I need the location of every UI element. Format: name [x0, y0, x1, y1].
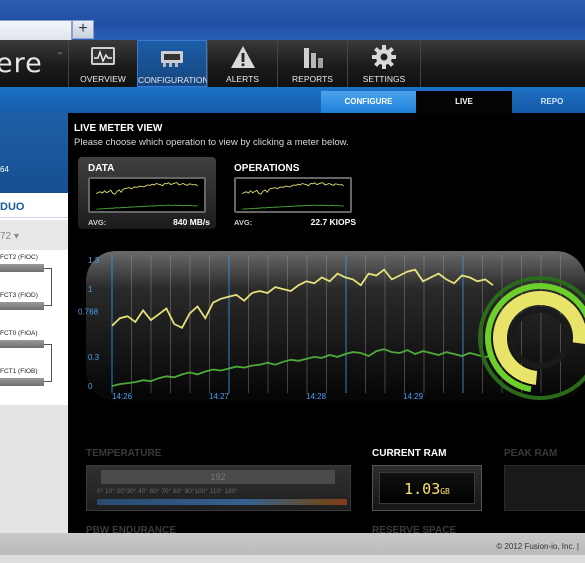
footer-strip — [0, 555, 585, 563]
copyright: © 2012 Fusion-io, Inc. | — [496, 542, 579, 551]
configuration-icon — [161, 51, 183, 67]
y-tick-label: 0.3 — [88, 353, 100, 362]
app-logo: ere ™ — [0, 48, 64, 79]
nav-configuration-label: CONFIGURATION — [138, 75, 209, 85]
peak-ram-heading: PEAK RAM — [504, 448, 558, 459]
current-ram-display: 1.03GB — [379, 472, 475, 504]
nav-reports[interactable]: REPORTS — [277, 40, 347, 87]
meter-operations-avg-value: 22.7 KIOPS — [310, 217, 356, 227]
device-label-fiob: FCT1 (FIOB) — [0, 368, 38, 375]
y-tick-label: 1 — [88, 285, 93, 294]
x-tick-label: 14:27 — [209, 392, 230, 401]
nav-alerts-label: ALERTS — [226, 74, 259, 84]
left-panel: 64 DUO 72 ▾ FCT2 (FIOC) FCT3 (FIOD) FCT0… — [0, 113, 68, 533]
reports-icon — [303, 48, 323, 68]
live-meter-panel: LIVE METER VIEW Please choose which oper… — [68, 113, 585, 536]
nav-configuration[interactable]: CONFIGURATION — [137, 40, 209, 87]
device-connector — [44, 268, 52, 306]
browser-tab-strip: + — [0, 0, 585, 40]
y-tick-label: 0 — [88, 382, 93, 391]
live-graph: 1.3 1 0.768 0.3 0 14:26 14:27 14:28 14:29 — [78, 251, 585, 401]
meter-data[interactable]: DATA AVG: 840 MB/s — [78, 157, 216, 229]
device-connector — [44, 344, 52, 382]
temperature-scale: 0° 10° 20°30° 40° 60° 70° 80° 90°100° 11… — [97, 488, 238, 495]
meter-operations[interactable]: OPERATIONS AVG: 22.7 KIOPS — [224, 157, 362, 229]
temperature-meter: 192 0° 10° 20°30° 40° 60° 70° 80° 90°100… — [86, 465, 351, 511]
peak-ram-meter — [504, 465, 585, 511]
nav-reports-label: REPORTS — [292, 74, 333, 84]
x-tick-label: 14:29 — [403, 392, 424, 401]
meter-data-avg-value: 840 MB/s — [173, 217, 210, 227]
alert-icon — [230, 46, 255, 68]
new-tab-button[interactable]: + — [72, 20, 94, 39]
meter-data-label: DATA — [88, 163, 115, 174]
current-ram-heading: CURRENT RAM — [372, 448, 447, 459]
temperature-gradient — [97, 499, 347, 505]
temperature-heading: TEMPERATURE — [86, 448, 162, 459]
device-list: FCT2 (FIOC) FCT3 (FIOD) FCT0 (FIOA) FCT1… — [0, 250, 68, 405]
meter-data-avg-label: AVG: — [88, 218, 107, 227]
tab-live[interactable]: LIVE — [416, 91, 512, 113]
sub-nav: CONFIGURE LIVE REPO — [0, 87, 585, 113]
current-ram-meter: 1.03GB — [372, 465, 482, 511]
app-window: + ere ™ OVERVIEW CONFIGURATION ALERTS RE… — [0, 0, 585, 563]
y-tick-label: 1.3 — [88, 256, 100, 265]
left-footer-area — [0, 405, 68, 533]
tab-configure[interactable]: CONFIGURE — [321, 91, 416, 113]
nav-settings[interactable]: SETTINGS — [347, 40, 421, 87]
device-label-fiod: FCT3 (FIOD) — [0, 292, 38, 299]
overview-icon — [91, 47, 115, 65]
device-bar-fiob[interactable] — [0, 378, 44, 386]
x-tick-label: 14:26 — [112, 392, 133, 401]
live-meter-title: LIVE METER VIEW — [74, 123, 163, 134]
device-selector[interactable]: 72 ▾ — [0, 231, 19, 242]
x-tick-label: 14:28 — [306, 392, 327, 401]
y-tick-label: 0.768 — [78, 308, 99, 317]
chevron-down-icon: ▾ — [13, 231, 19, 242]
meter-operations-avg-label: AVG: — [234, 218, 253, 227]
gear-icon — [372, 45, 396, 69]
device-label-fioa: FCT0 (FIOA) — [0, 330, 38, 337]
footer: © 2012 Fusion-io, Inc. | — [0, 533, 585, 563]
temperature-value: 192 — [101, 470, 335, 484]
left-header: 64 — [0, 113, 68, 193]
meter-operations-label: OPERATIONS — [234, 163, 300, 174]
tab-reports[interactable]: REPO — [512, 91, 585, 113]
browser-tab[interactable] — [0, 20, 72, 40]
nav-settings-label: SETTINGS — [362, 74, 406, 84]
device-bar-fioc[interactable] — [0, 264, 44, 272]
nav-overview[interactable]: OVERVIEW — [68, 40, 137, 87]
main-nav: ere ™ OVERVIEW CONFIGURATION ALERTS REPO… — [0, 40, 585, 87]
meter-data-sparkline — [88, 177, 206, 213]
nav-alerts[interactable]: ALERTS — [207, 40, 277, 87]
device-bar-fiod[interactable] — [0, 302, 44, 310]
nav-overview-label: OVERVIEW — [80, 74, 126, 84]
device-bar-fioa[interactable] — [0, 340, 44, 348]
device-label-fioc: FCT2 (FIOC) — [0, 254, 38, 261]
meter-operations-sparkline — [234, 177, 352, 213]
left-number: 64 — [0, 165, 9, 174]
device-group-title: DUO — [0, 201, 25, 213]
divider — [0, 217, 68, 218]
live-meter-subtitle: Please choose which operation to view by… — [74, 137, 349, 148]
